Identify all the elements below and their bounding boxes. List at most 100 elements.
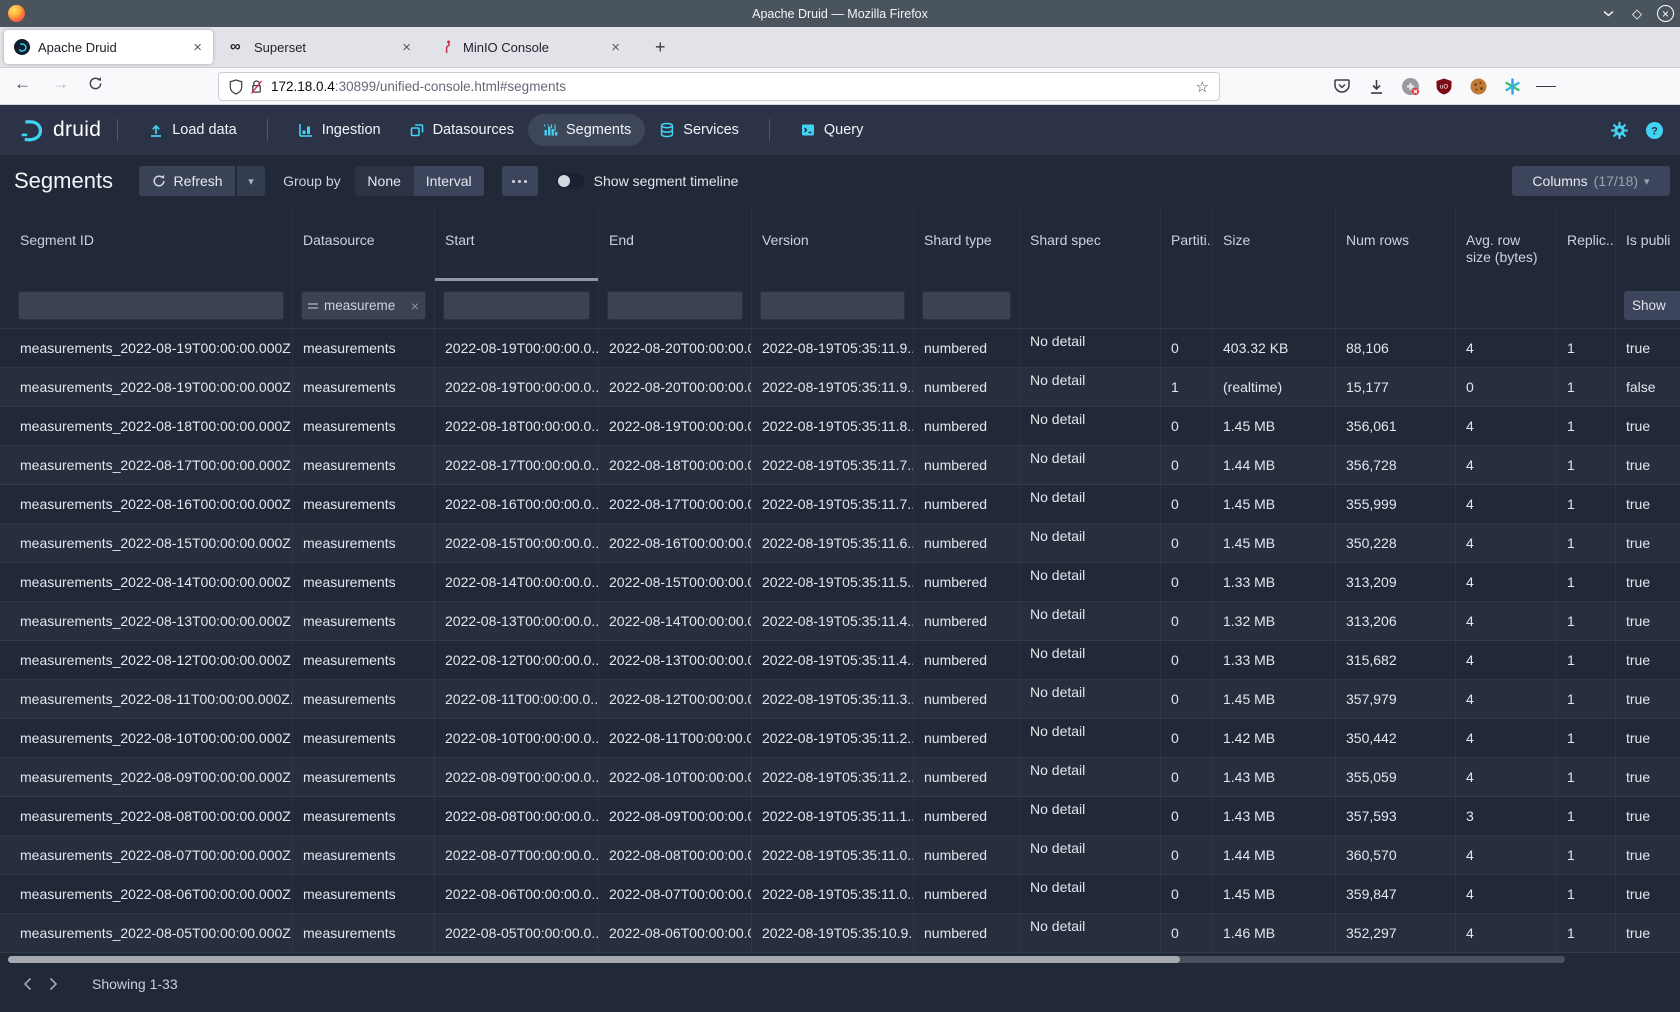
table-cell[interactable]: 0 — [1161, 329, 1213, 367]
table-row[interactable]: measurements_2022-08-15T00:00:00.000Z...… — [0, 524, 1680, 563]
table-cell[interactable]: 2022-08-19T05:35:11.7... — [752, 446, 914, 484]
table-cell[interactable]: 315,682 — [1336, 641, 1456, 679]
table-cell[interactable]: 2022-08-19T05:35:11.4... — [752, 602, 914, 640]
table-cell[interactable]: measurements_2022-08-07T00:00:00.000Z... — [0, 836, 293, 874]
nav-item-datasources[interactable]: Datasources — [395, 114, 528, 146]
table-cell[interactable]: 1.43 MB — [1213, 758, 1336, 796]
table-cell[interactable]: measurements — [293, 836, 435, 874]
table-cell[interactable]: numbered — [914, 719, 1020, 757]
table-row[interactable]: measurements_2022-08-16T00:00:00.000Z...… — [0, 485, 1680, 524]
column-filter-input[interactable] — [922, 291, 1011, 320]
table-cell[interactable]: 359,847 — [1336, 875, 1456, 913]
table-cell[interactable]: 4 — [1456, 680, 1557, 718]
column-header[interactable]: Partiti... — [1161, 207, 1213, 281]
table-cell[interactable]: No detail — [1020, 563, 1161, 601]
table-cell[interactable]: 2022-08-17T00:00:00.0... — [435, 446, 599, 484]
table-cell[interactable]: 2022-08-19T05:35:11.1... — [752, 797, 914, 835]
table-cell[interactable]: measurements_2022-08-12T00:00:00.000Z... — [0, 641, 293, 679]
table-cell[interactable]: 0 — [1161, 914, 1213, 952]
table-cell[interactable]: 0 — [1161, 602, 1213, 640]
table-row[interactable]: measurements_2022-08-12T00:00:00.000Z...… — [0, 641, 1680, 680]
table-cell[interactable]: 4 — [1456, 563, 1557, 601]
table-cell[interactable]: numbered — [914, 485, 1020, 523]
table-cell[interactable]: 1 — [1557, 680, 1616, 718]
nav-item-segments[interactable]: Segments — [528, 114, 645, 146]
table-row[interactable]: measurements_2022-08-11T00:00:00.000Z...… — [0, 680, 1680, 719]
lock-disabled-icon[interactable] — [250, 79, 263, 95]
refresh-button[interactable]: Refresh — [139, 166, 235, 196]
column-filter-input[interactable] — [760, 291, 905, 320]
table-cell[interactable]: measurements — [293, 758, 435, 796]
table-row[interactable]: measurements_2022-08-10T00:00:00.000Z...… — [0, 719, 1680, 758]
table-cell[interactable]: 2022-08-08T00:00:00.0... — [435, 797, 599, 835]
window-minimize-button[interactable] — [1599, 5, 1617, 23]
column-header[interactable]: Datasource — [293, 207, 435, 281]
table-cell[interactable]: 2022-08-15T00:00:00.0... — [599, 563, 752, 601]
table-cell[interactable]: 2022-08-20T00:00:00.0... — [599, 368, 752, 406]
table-cell[interactable]: 4 — [1456, 914, 1557, 952]
table-cell[interactable]: measurements_2022-08-05T00:00:00.000Z... — [0, 914, 293, 952]
table-cell[interactable]: No detail — [1020, 446, 1161, 484]
table-cell[interactable]: measurements_2022-08-15T00:00:00.000Z... — [0, 524, 293, 562]
table-cell[interactable]: No detail — [1020, 368, 1161, 406]
table-cell[interactable]: measurements — [293, 875, 435, 913]
table-cell[interactable]: numbered — [914, 641, 1020, 679]
table-cell[interactable]: 2022-08-19T05:35:10.9... — [752, 914, 914, 952]
tab-close-icon[interactable]: × — [190, 39, 205, 56]
table-cell[interactable]: 4 — [1456, 407, 1557, 445]
table-cell[interactable]: true — [1616, 797, 1680, 835]
group-by-interval-button[interactable]: Interval — [414, 166, 484, 196]
table-cell[interactable]: 1 — [1161, 368, 1213, 406]
table-cell[interactable]: measurements_2022-08-18T00:00:00.000Z... — [0, 407, 293, 445]
table-cell[interactable]: 2022-08-19T05:35:11.0... — [752, 836, 914, 874]
table-cell[interactable]: 4 — [1456, 758, 1557, 796]
table-cell[interactable]: 0 — [1161, 719, 1213, 757]
column-filter-input[interactable] — [18, 291, 284, 320]
table-cell[interactable]: 2022-08-07T00:00:00.0... — [435, 836, 599, 874]
table-cell[interactable]: 2022-08-13T00:00:00.0... — [599, 641, 752, 679]
table-row[interactable]: measurements_2022-08-13T00:00:00.000Z...… — [0, 602, 1680, 641]
table-cell[interactable]: true — [1616, 641, 1680, 679]
column-header[interactable]: Shard spec — [1020, 207, 1161, 281]
table-cell[interactable]: numbered — [914, 368, 1020, 406]
tab-close-icon[interactable]: × — [399, 39, 414, 56]
columns-dropdown-button[interactable]: Columns (17/18) ▾ — [1512, 166, 1670, 196]
table-cell[interactable]: measurements_2022-08-13T00:00:00.000Z... — [0, 602, 293, 640]
table-cell[interactable]: No detail — [1020, 836, 1161, 874]
table-cell[interactable]: measurements — [293, 407, 435, 445]
table-cell[interactable]: measurements — [293, 602, 435, 640]
table-cell[interactable]: 0 — [1161, 485, 1213, 523]
table-cell[interactable]: 4 — [1456, 524, 1557, 562]
table-cell[interactable]: 88,106 — [1336, 329, 1456, 367]
table-cell[interactable]: 2022-08-12T00:00:00.0... — [599, 680, 752, 718]
table-cell[interactable]: numbered — [914, 563, 1020, 601]
table-cell[interactable]: 2022-08-08T00:00:00.0... — [599, 836, 752, 874]
table-cell[interactable]: 2022-08-19T05:35:11.8... — [752, 407, 914, 445]
table-row[interactable]: measurements_2022-08-18T00:00:00.000Z...… — [0, 407, 1680, 446]
new-tab-button[interactable]: + — [647, 35, 674, 60]
table-cell[interactable]: 2022-08-19T05:35:11.7... — [752, 485, 914, 523]
nav-item-query[interactable]: Query — [786, 114, 878, 146]
table-cell[interactable]: 1 — [1557, 836, 1616, 874]
table-cell[interactable]: measurements — [293, 329, 435, 367]
boolean-filter-select[interactable]: Show — [1624, 291, 1680, 320]
table-cell[interactable]: (realtime) — [1213, 368, 1336, 406]
table-cell[interactable]: 2022-08-14T00:00:00.0... — [435, 563, 599, 601]
table-cell[interactable]: 2022-08-18T00:00:00.0... — [435, 407, 599, 445]
table-cell[interactable]: No detail — [1020, 797, 1161, 835]
table-cell[interactable]: 2022-08-11T00:00:00.0... — [599, 719, 752, 757]
table-cell[interactable]: No detail — [1020, 641, 1161, 679]
table-cell[interactable]: 2022-08-11T00:00:00.0... — [435, 680, 599, 718]
table-cell[interactable]: 0 — [1161, 407, 1213, 445]
table-cell[interactable]: No detail — [1020, 485, 1161, 523]
window-maximize-button[interactable]: ◇ — [1628, 5, 1646, 23]
table-row[interactable]: measurements_2022-08-09T00:00:00.000Z...… — [0, 758, 1680, 797]
table-cell[interactable]: 1.45 MB — [1213, 680, 1336, 718]
table-cell[interactable]: 2022-08-10T00:00:00.0... — [599, 758, 752, 796]
table-cell[interactable]: 0 — [1161, 563, 1213, 601]
table-cell[interactable]: 2022-08-19T05:35:11.5... — [752, 563, 914, 601]
group-by-none-button[interactable]: None — [355, 166, 414, 196]
table-row[interactable]: measurements_2022-08-06T00:00:00.000Z...… — [0, 875, 1680, 914]
table-cell[interactable]: numbered — [914, 914, 1020, 952]
table-cell[interactable]: numbered — [914, 680, 1020, 718]
